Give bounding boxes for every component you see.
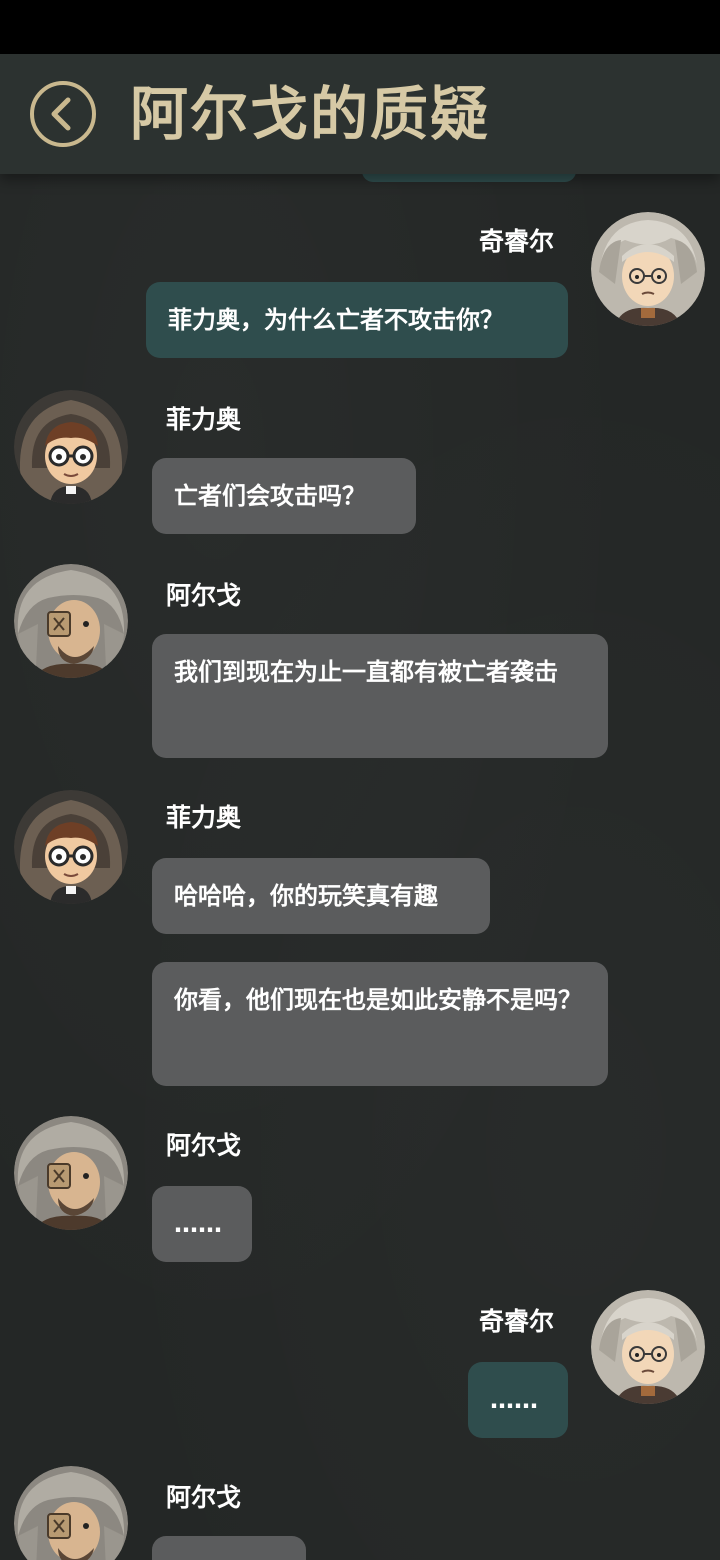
avatar-qiruier[interactable] [591, 212, 705, 326]
message-bubble[interactable]: 你看，他们现在也是如此安静不是吗？ [152, 962, 608, 1086]
avatar-erge[interactable] [14, 1466, 128, 1560]
sender-name: 菲力奥 [166, 405, 242, 434]
message-bubble[interactable]: 亡者们会攻击吗？ [152, 458, 416, 534]
avatar-erge[interactable] [14, 564, 128, 678]
avatar-feiliao[interactable] [14, 790, 128, 904]
back-button[interactable] [28, 79, 98, 149]
header-bar: 阿尔戈的质疑 [0, 54, 720, 174]
sender-name: 菲力奥 [166, 803, 242, 832]
message-bubble[interactable]: 菲力奥，为什么亡者不攻击你？ [146, 282, 568, 358]
chevron-left-icon [30, 81, 96, 147]
avatar-qiruier[interactable] [591, 1290, 705, 1404]
avatar-erge[interactable] [14, 1116, 128, 1230]
status-bar [0, 0, 720, 54]
sender-name: 阿尔戈 [166, 1483, 242, 1512]
message-bubble-partial [362, 174, 576, 182]
sender-name: 阿尔戈 [166, 1131, 242, 1160]
sender-name: 阿尔戈 [166, 581, 242, 610]
message-bubble[interactable]: 我们到现在为止一直都有被亡者袭击 [152, 634, 608, 758]
sender-name: 奇睿尔 [478, 227, 554, 256]
avatar-feiliao[interactable] [14, 390, 128, 504]
page-title: 阿尔戈的质疑 [130, 80, 491, 148]
sender-name: 奇睿尔 [478, 1307, 554, 1336]
message-bubble[interactable]: …… [152, 1186, 252, 1262]
message-bubble[interactable]: 哈哈哈，你的玩笑真有趣 [152, 858, 490, 934]
message-bubble[interactable] [152, 1536, 306, 1560]
chat-area[interactable]: 奇睿尔 菲力奥，为什么亡者不攻击你？ 菲力奥 亡者们会攻击吗？ 阿尔戈 我们到现… [0, 174, 720, 1560]
message-bubble[interactable]: …… [468, 1362, 568, 1438]
